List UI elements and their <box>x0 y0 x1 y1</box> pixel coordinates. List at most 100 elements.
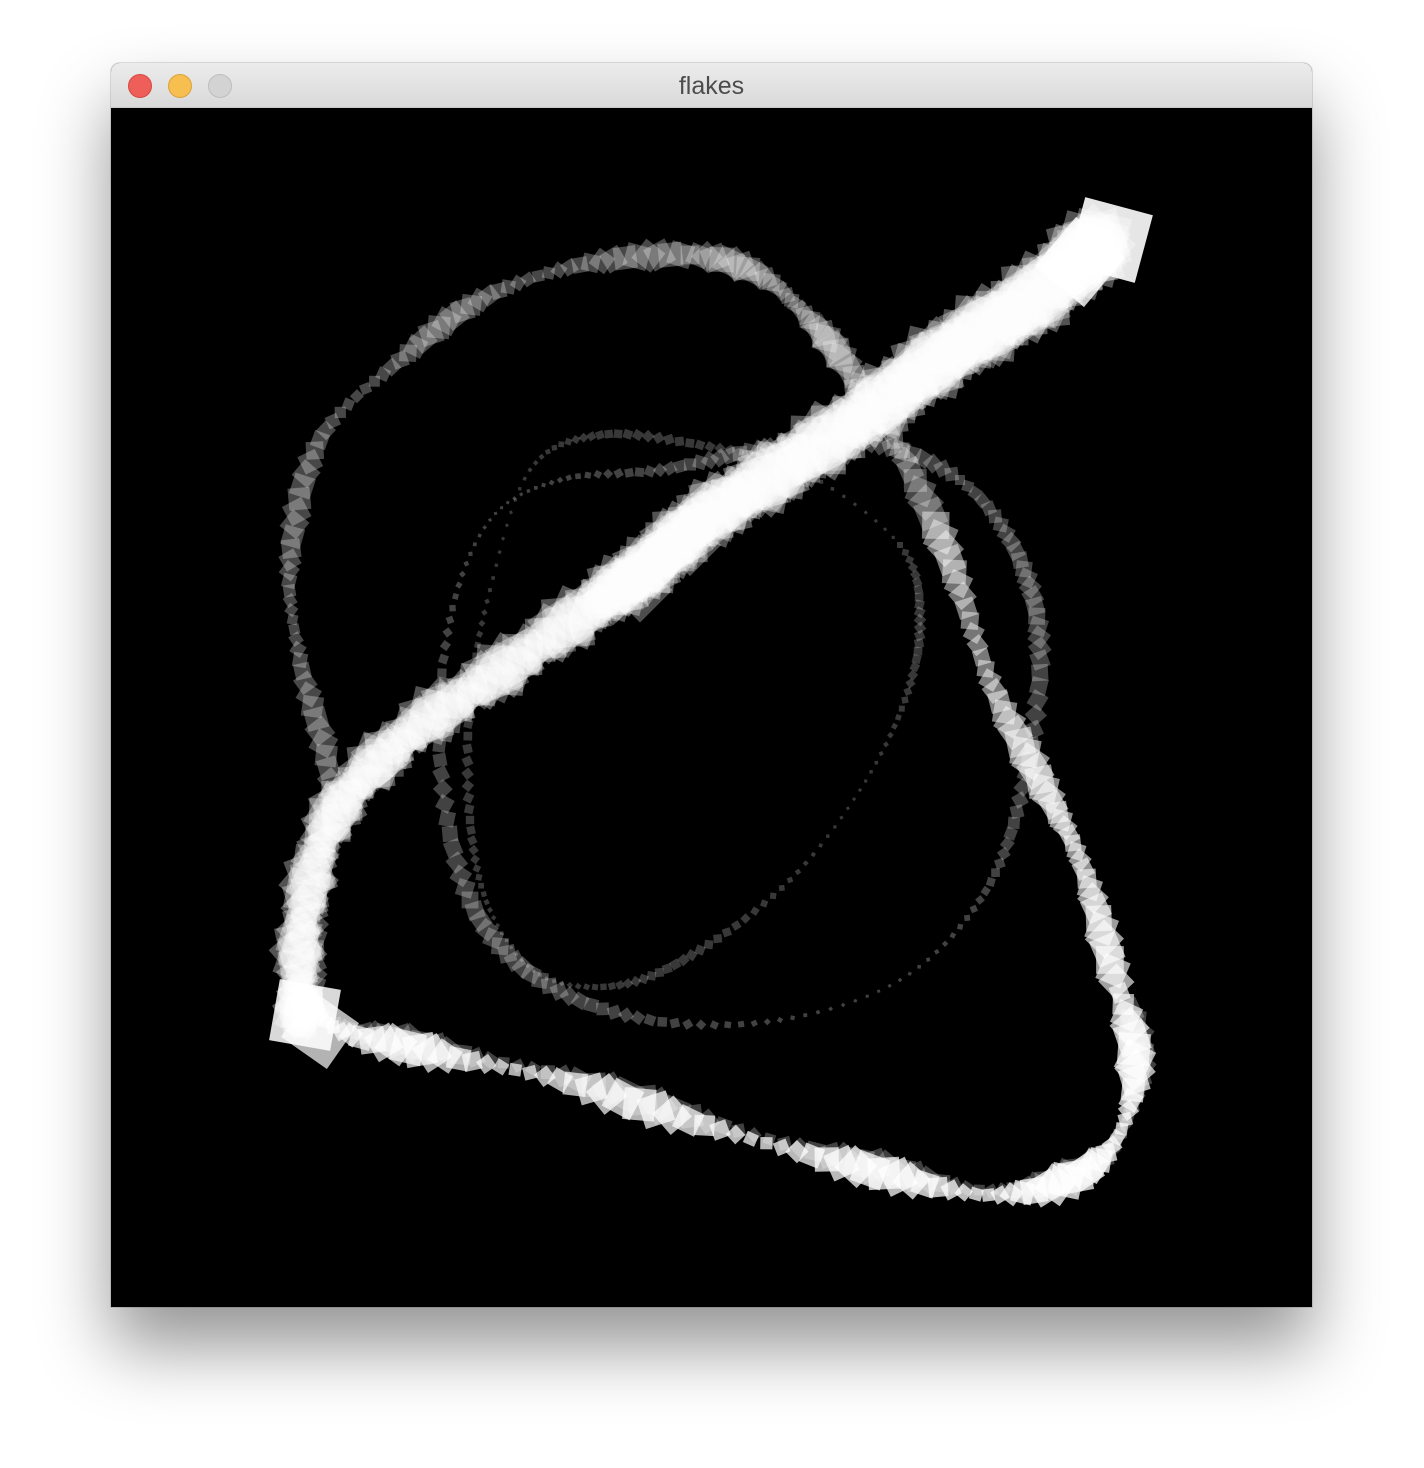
bright-stroke-trail <box>268 197 1153 1069</box>
flake <box>933 949 940 955</box>
flake <box>863 510 868 515</box>
flake <box>593 469 603 479</box>
flake <box>695 1019 707 1031</box>
flake <box>574 982 582 990</box>
flake <box>750 906 760 916</box>
flake <box>615 980 625 990</box>
flake <box>815 1009 821 1015</box>
flake <box>540 1065 556 1080</box>
flake <box>828 1006 834 1012</box>
flake <box>600 983 607 991</box>
flake <box>527 467 533 473</box>
flake <box>432 765 451 784</box>
flake <box>622 978 634 989</box>
flake <box>497 549 502 555</box>
flake <box>472 864 482 873</box>
flake <box>478 619 486 627</box>
flake <box>556 476 564 484</box>
flake <box>630 1010 646 1026</box>
flake <box>475 873 483 881</box>
flake <box>737 1020 745 1028</box>
flake <box>480 890 487 898</box>
flake <box>731 1123 746 1138</box>
flake <box>634 467 645 478</box>
flake <box>790 1015 796 1021</box>
flake <box>591 983 599 991</box>
flake <box>442 627 453 638</box>
flake <box>551 444 558 451</box>
flake <box>449 604 456 612</box>
flake <box>452 592 460 600</box>
flake <box>519 492 524 497</box>
drawing-canvas[interactable] <box>111 108 1312 1307</box>
flake <box>769 892 777 900</box>
flake <box>887 731 894 739</box>
flake <box>897 977 903 983</box>
flake <box>898 705 905 712</box>
flake <box>544 448 551 455</box>
flake <box>825 834 830 839</box>
flake <box>558 441 565 448</box>
flake <box>841 494 847 499</box>
flake <box>857 787 863 793</box>
flake <box>468 551 473 557</box>
flake <box>830 486 835 491</box>
flake <box>490 914 497 921</box>
flake <box>740 913 751 924</box>
flake <box>533 485 538 490</box>
flake <box>455 581 463 589</box>
flake <box>643 1013 657 1027</box>
flake <box>883 527 887 532</box>
flake <box>467 835 478 846</box>
flake <box>438 653 449 665</box>
flake <box>564 437 573 446</box>
flake <box>584 471 592 479</box>
flake <box>475 630 484 638</box>
flake <box>704 440 716 453</box>
flake <box>441 825 459 843</box>
flake <box>483 898 490 906</box>
flake <box>494 563 499 568</box>
flake <box>517 486 522 491</box>
flake <box>663 433 675 446</box>
flake <box>778 884 785 892</box>
flake <box>578 432 589 443</box>
title-bar[interactable]: flakes <box>111 63 1312 108</box>
flake <box>500 536 506 541</box>
flake <box>901 696 909 704</box>
flake <box>459 570 466 578</box>
flake <box>941 940 949 947</box>
flake <box>499 506 504 510</box>
flake <box>484 598 490 605</box>
flake <box>607 981 617 991</box>
flake <box>887 983 892 988</box>
flake <box>595 430 605 440</box>
flake <box>730 920 742 931</box>
flake <box>905 678 916 689</box>
flake <box>901 548 910 557</box>
flake <box>760 899 769 908</box>
flake <box>985 876 996 887</box>
flake <box>894 713 902 721</box>
flake <box>462 743 473 755</box>
flake <box>964 914 971 922</box>
flake <box>763 1018 771 1026</box>
flake <box>432 752 448 768</box>
flake <box>613 429 623 439</box>
flake <box>750 1019 758 1027</box>
flake <box>465 815 475 825</box>
flake <box>907 971 912 976</box>
flake <box>548 479 555 486</box>
app-window: flakes <box>111 63 1312 1307</box>
flake <box>853 998 858 1003</box>
flake <box>786 876 794 884</box>
flake <box>631 428 644 442</box>
flake <box>818 843 823 848</box>
flake <box>462 791 475 804</box>
flake <box>461 755 474 768</box>
flake <box>969 904 978 914</box>
flake <box>980 885 991 897</box>
flake <box>869 769 873 774</box>
flake <box>477 533 482 538</box>
flake <box>646 971 657 981</box>
